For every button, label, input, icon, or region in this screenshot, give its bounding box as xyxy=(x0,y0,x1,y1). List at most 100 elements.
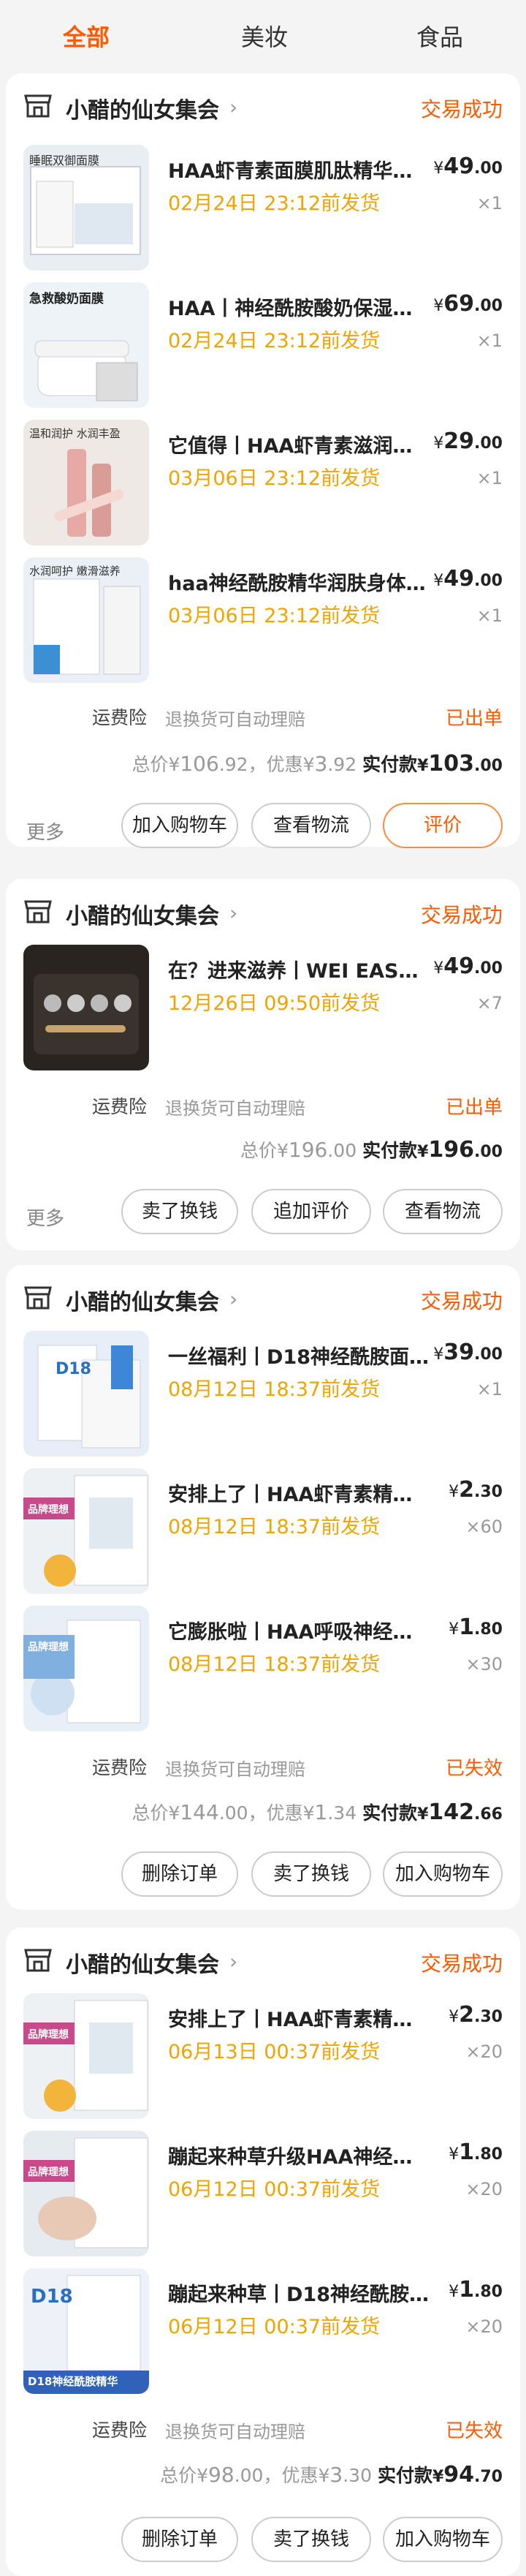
return-policy: 退换货可自动理赔 xyxy=(165,709,305,730)
order-item[interactable]: 品牌理想 它膨胀啦丨HAA呼吸神经酰… 08月12日 18:37前发货 ¥1.8… xyxy=(6,1606,520,1737)
insurance-state: 已出单 xyxy=(445,1097,503,1119)
return-policy: 退换货可自动理赔 xyxy=(165,1759,305,1780)
order-item[interactable]: 品牌理想 蹦起来种草升级HAA神经酰… 06月12日 00:37前发货 ¥1.8… xyxy=(6,2131,520,2262)
more-link[interactable]: 更多 xyxy=(26,1204,64,1231)
order-item[interactable]: 水润呵护 嫩滑滋养 haa神经酰胺精华润肤身体… 03月06日 23:12前发货… xyxy=(6,557,520,689)
order-item[interactable]: 睡眠双御面膜 HAA虾青素面膜肌肽精华亢… 02月24日 23:12前发货 ¥4… xyxy=(6,145,520,276)
return-policy: 退换货可自动理赔 xyxy=(165,2422,305,2442)
item-price: ¥49.00 xyxy=(433,566,503,592)
shop-name: 小醋的仙女集会 xyxy=(66,904,219,929)
tab-all[interactable]: 全部 xyxy=(63,19,110,53)
order-status: 交易成功 xyxy=(420,97,503,121)
item-price: ¥1.80 xyxy=(449,2139,503,2165)
ship-deadline: 08月12日 18:37前发货 xyxy=(168,1653,381,1676)
order-status: 交易成功 xyxy=(420,903,503,927)
insurance-state: 已失效 xyxy=(445,1758,503,1780)
item-price: ¥1.80 xyxy=(449,1614,503,1640)
delete-order-button[interactable]: 删除订单 xyxy=(121,1851,238,1897)
ship-deadline: 03月06日 23:12前发货 xyxy=(168,605,381,627)
tab-food[interactable]: 食品 xyxy=(416,19,463,53)
item-price: ¥2.30 xyxy=(449,2002,503,2028)
resell-button[interactable]: 卖了换钱 xyxy=(251,1851,371,1897)
product-thumbnail: 品牌理想 xyxy=(23,1993,149,2119)
ship-deadline: 02月24日 23:12前发货 xyxy=(168,330,381,352)
item-price: ¥2.30 xyxy=(449,1477,503,1503)
order-item[interactable]: 在？进来滋养丨WEI EAST/… 12月26日 09:50前发货 ¥49.00… xyxy=(6,945,520,1076)
product-thumbnail: 水润呵护 嫩滑滋养 xyxy=(23,557,149,683)
product-thumbnail xyxy=(23,945,149,1070)
product-thumbnail: D18 xyxy=(23,1331,149,1457)
add-to-cart-button[interactable]: 加入购物车 xyxy=(383,2517,503,2562)
product-title: 安排上了丨HAA虾青素精华… xyxy=(168,2009,431,2031)
item-quantity: ×1 xyxy=(476,468,503,488)
shop-header[interactable]: 小醋的仙女集会 › 交易成功 xyxy=(6,73,520,139)
action-row: 删除订单 卖了换钱 加入购物车 xyxy=(6,1851,520,1903)
service-row: 运费险 退换货可自动理赔 已失效 xyxy=(6,2416,520,2452)
order-item[interactable]: 品牌理想 安排上了丨HAA虾青素精华… 08月12日 18:37前发货 ¥2.3… xyxy=(6,1468,520,1600)
ship-deadline: 06月13日 00:37前发货 xyxy=(168,2041,381,2063)
product-title: HAA虾青素面膜肌肽精华亢… xyxy=(168,160,431,183)
add-review-button[interactable]: 追加评价 xyxy=(251,1189,371,1234)
item-quantity: ×1 xyxy=(476,605,503,626)
order-status: 交易成功 xyxy=(420,1952,503,1976)
product-title: 蹦起来种草丨D18神经酰胺… xyxy=(168,2284,429,2306)
shipping-insurance: 运费险 xyxy=(92,707,148,728)
product-title: haa神经酰胺精华润肤身体… xyxy=(168,573,426,595)
shop-header[interactable]: 小醋的仙女集会 › 交易成功 xyxy=(6,879,520,945)
product-title: 在？进来滋养丨WEI EAST/… xyxy=(168,960,431,983)
shipping-insurance: 运费险 xyxy=(92,2420,148,2441)
ship-deadline: 06月12日 00:37前发货 xyxy=(168,2316,381,2338)
add-to-cart-button[interactable]: 加入购物车 xyxy=(383,1851,503,1897)
action-row: 删除订单 卖了换钱 加入购物车 xyxy=(6,2517,520,2568)
ship-deadline: 03月06日 23:12前发货 xyxy=(168,467,381,490)
shop-header[interactable]: 小醋的仙女集会 › 交易成功 xyxy=(6,1265,520,1331)
product-thumbnail: 品牌理想 xyxy=(23,1468,149,1594)
chevron-right-icon: › xyxy=(229,1287,238,1311)
item-price: ¥1.80 xyxy=(449,2277,503,2303)
item-quantity: ×7 xyxy=(476,993,503,1013)
product-thumbnail: 急救酸奶面膜 xyxy=(23,282,149,408)
ship-deadline: 08月12日 18:37前发货 xyxy=(168,1516,381,1538)
resell-button[interactable]: 卖了换钱 xyxy=(121,1189,238,1234)
more-link[interactable]: 更多 xyxy=(26,817,64,845)
review-button[interactable]: 评价 xyxy=(383,803,503,848)
item-quantity: ×20 xyxy=(465,2041,503,2062)
product-title: 安排上了丨HAA虾青素精华… xyxy=(168,1484,431,1506)
item-quantity: ×1 xyxy=(476,193,503,214)
order-total: 总价¥144.00，优惠¥1.34 实付款¥142.66 xyxy=(132,1799,503,1825)
order-item[interactable]: 温和润护 水润丰盈 它值得丨HAA虾青素滋润唇… 03月06日 23:12前发货… xyxy=(6,420,520,551)
ship-deadline: 06月12日 00:37前发货 xyxy=(168,2178,381,2201)
item-price: ¥69.00 xyxy=(433,291,503,317)
product-title: 它值得丨HAA虾青素滋润唇… xyxy=(168,435,431,458)
order-item[interactable]: D18 D18神经酰胺精华 蹦起来种草丨D18神经酰胺… 06月12日 00:3… xyxy=(6,2268,520,2400)
order-item[interactable]: D18 一丝福利丨D18神经酰胺面… 08月12日 18:37前发货 ¥39.0… xyxy=(6,1331,520,1462)
item-price: ¥29.00 xyxy=(433,428,503,454)
order-item[interactable]: 急救酸奶面膜 HAA丨神经酰胺酸奶保湿面… 02月24日 23:12前发货 ¥6… xyxy=(6,282,520,414)
order-status: 交易成功 xyxy=(420,1289,503,1313)
item-quantity: ×20 xyxy=(465,2316,503,2337)
tab-beauty[interactable]: 美妆 xyxy=(241,19,288,53)
view-logistics-button[interactable]: 查看物流 xyxy=(251,803,371,848)
order-card: 小醋的仙女集会 › 交易成功 在？进来滋养丨WEI EAST/… 12月26日 … xyxy=(6,879,520,1250)
item-quantity: ×60 xyxy=(465,1516,503,1537)
order-card: 小醋的仙女集会 › 交易成功 睡眠双御面膜 HAA虾青素面膜肌肽精华亢… 02月… xyxy=(6,73,520,848)
action-row: 更多 加入购物车 查看物流 评价 xyxy=(6,803,520,854)
chevron-right-icon: › xyxy=(229,95,238,119)
store-icon xyxy=(24,94,52,118)
service-row: 运费险 退换货可自动理赔 已出单 xyxy=(6,703,520,740)
service-row: 运费险 退换货可自动理赔 已出单 xyxy=(6,1092,520,1129)
shipping-insurance: 运费险 xyxy=(92,1757,148,1778)
item-price: ¥39.00 xyxy=(433,1340,503,1365)
item-price: ¥49.00 xyxy=(433,953,503,979)
view-logistics-button[interactable]: 查看物流 xyxy=(383,1189,503,1234)
insurance-state: 已失效 xyxy=(445,2420,503,2442)
delete-order-button[interactable]: 删除订单 xyxy=(121,2517,238,2562)
shop-name: 小醋的仙女集会 xyxy=(66,1952,219,1978)
shop-header[interactable]: 小醋的仙女集会 › 交易成功 xyxy=(6,1927,520,1993)
resell-button[interactable]: 卖了换钱 xyxy=(251,2517,371,2562)
product-title: HAA丨神经酰胺酸奶保湿面… xyxy=(168,298,431,320)
item-quantity: ×1 xyxy=(476,1379,503,1400)
item-price: ¥49.00 xyxy=(433,154,503,179)
add-to-cart-button[interactable]: 加入购物车 xyxy=(121,803,238,848)
order-item[interactable]: 品牌理想 安排上了丨HAA虾青素精华… 06月13日 00:37前发货 ¥2.3… xyxy=(6,1993,520,2125)
